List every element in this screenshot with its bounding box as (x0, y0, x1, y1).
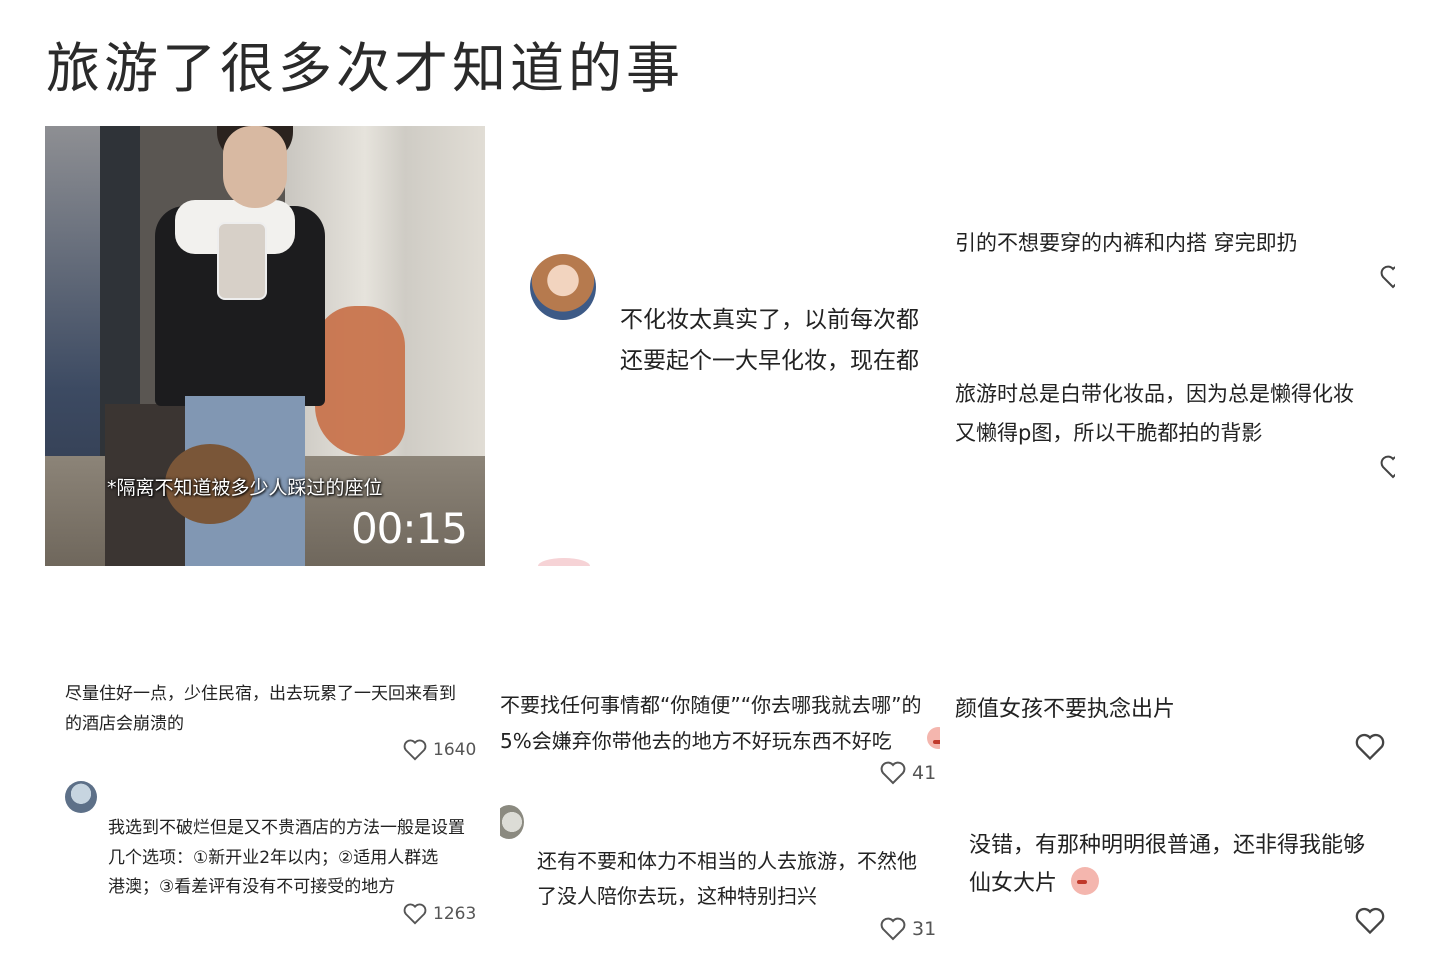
comment-line: 仙女大片 (969, 871, 1058, 896)
heart-icon (1355, 907, 1385, 935)
comment-line: 不要找任何事情都“你随便”“你去哪我就去哪”的 (500, 693, 922, 717)
floral-bag (315, 306, 405, 456)
person-face (223, 126, 287, 208)
comment-panel-packing: 引的不想要穿的内裤和内搭 穿完即扔 旅游时总是白带化妆品，因为总是懒得化妆 又懒… (955, 215, 1395, 495)
comment-line: 港澳；③看差评有没有不可接受的地方 (108, 877, 396, 897)
video-caption: *隔离不知道被多少人踩过的座位 (107, 477, 383, 499)
comment-line: 了没人陪你去玩，这种特别扫兴 (537, 884, 817, 908)
heart-icon (1380, 455, 1395, 479)
comment-line: 又懒得p图，所以干脆都拍的背影 (955, 421, 1263, 445)
emoji-icon (927, 727, 940, 749)
page-title: 旅游了很多次才知道的事 (46, 37, 684, 100)
comment-line: 引的不想要穿的内裤和内搭 穿完即扔 (955, 231, 1298, 255)
commenter-avatar[interactable] (530, 254, 596, 320)
comment-line: 尽量住好一点，少住民宿，出去玩累了一天回来看到 (65, 684, 456, 704)
like-button[interactable]: 41 (880, 761, 936, 785)
comment-line: 5%会嫌弃你带他去的地方不好玩东西不好吃 (500, 729, 892, 753)
like-count: 41 (912, 762, 937, 784)
like-button[interactable] (1355, 907, 1385, 935)
like-button[interactable]: 1263 (403, 903, 476, 925)
comment-line: 几个选项：①新开业2年以内；②适用人群选 (108, 848, 439, 868)
heart-icon (403, 903, 427, 925)
commenter-avatar[interactable] (65, 781, 97, 813)
comment-line: 还要起个一大早化妆，现在都 (620, 348, 919, 374)
comment-line: 没错，有那种明明很普通，还非得我能够 (969, 833, 1366, 858)
like-count: 1263 (433, 904, 477, 924)
video-timestamp: 00:15 (350, 504, 468, 553)
video-thumbnail[interactable]: *隔离不知道被多少人踩过的座位 00:15 (45, 126, 485, 566)
comment-line: 我选到不破烂但是又不贵酒店的方法一般是设置 (108, 818, 465, 838)
crying-laughing-emoji-icon (1071, 867, 1099, 895)
comment-panel-companion: 不要找任何事情都“你随便”“你去哪我就去哪”的 5%会嫌弃你带他去的地方不好玩东… (500, 655, 940, 955)
heart-icon (1380, 265, 1395, 289)
like-count: 31 (912, 918, 937, 940)
like-button[interactable] (1380, 455, 1395, 479)
comment-panel-makeup: 不化妆太真实了，以前每次都 还要起个一大早化妆，现在都 (500, 126, 940, 566)
comment-panel-hotel: 尽量住好一点，少住民宿，出去玩累了一天回来看到 的酒店会崩溃的 1640 我选到… (45, 655, 485, 945)
comment-panel-photos: 颜值女孩不要执念出片 没错，有那种明明很普通，还非得我能够 仙女大片 (955, 655, 1395, 955)
heart-icon (1355, 733, 1385, 761)
like-button[interactable]: 31 (880, 917, 936, 941)
like-count: 1640 (433, 740, 477, 760)
heart-icon (880, 917, 906, 941)
phone (217, 222, 267, 300)
like-button[interactable] (1355, 733, 1385, 761)
comment-line: 的酒店会崩溃的 (65, 714, 184, 734)
heart-icon (403, 739, 427, 761)
comment-line: 不化妆太真实了，以前每次都 (620, 307, 919, 333)
like-button[interactable] (1380, 265, 1395, 289)
commenter-avatar[interactable] (500, 805, 524, 839)
heart-icon (880, 761, 906, 785)
like-button[interactable]: 1640 (403, 739, 476, 761)
comment-line: 旅游时总是白带化妆品，因为总是懒得化妆 (955, 382, 1354, 406)
comment-line: 颜值女孩不要执念出片 (955, 697, 1176, 722)
comment-line: 还有不要和体力不相当的人去旅游，不然他 (537, 849, 917, 873)
commenter-avatar[interactable] (538, 558, 590, 566)
